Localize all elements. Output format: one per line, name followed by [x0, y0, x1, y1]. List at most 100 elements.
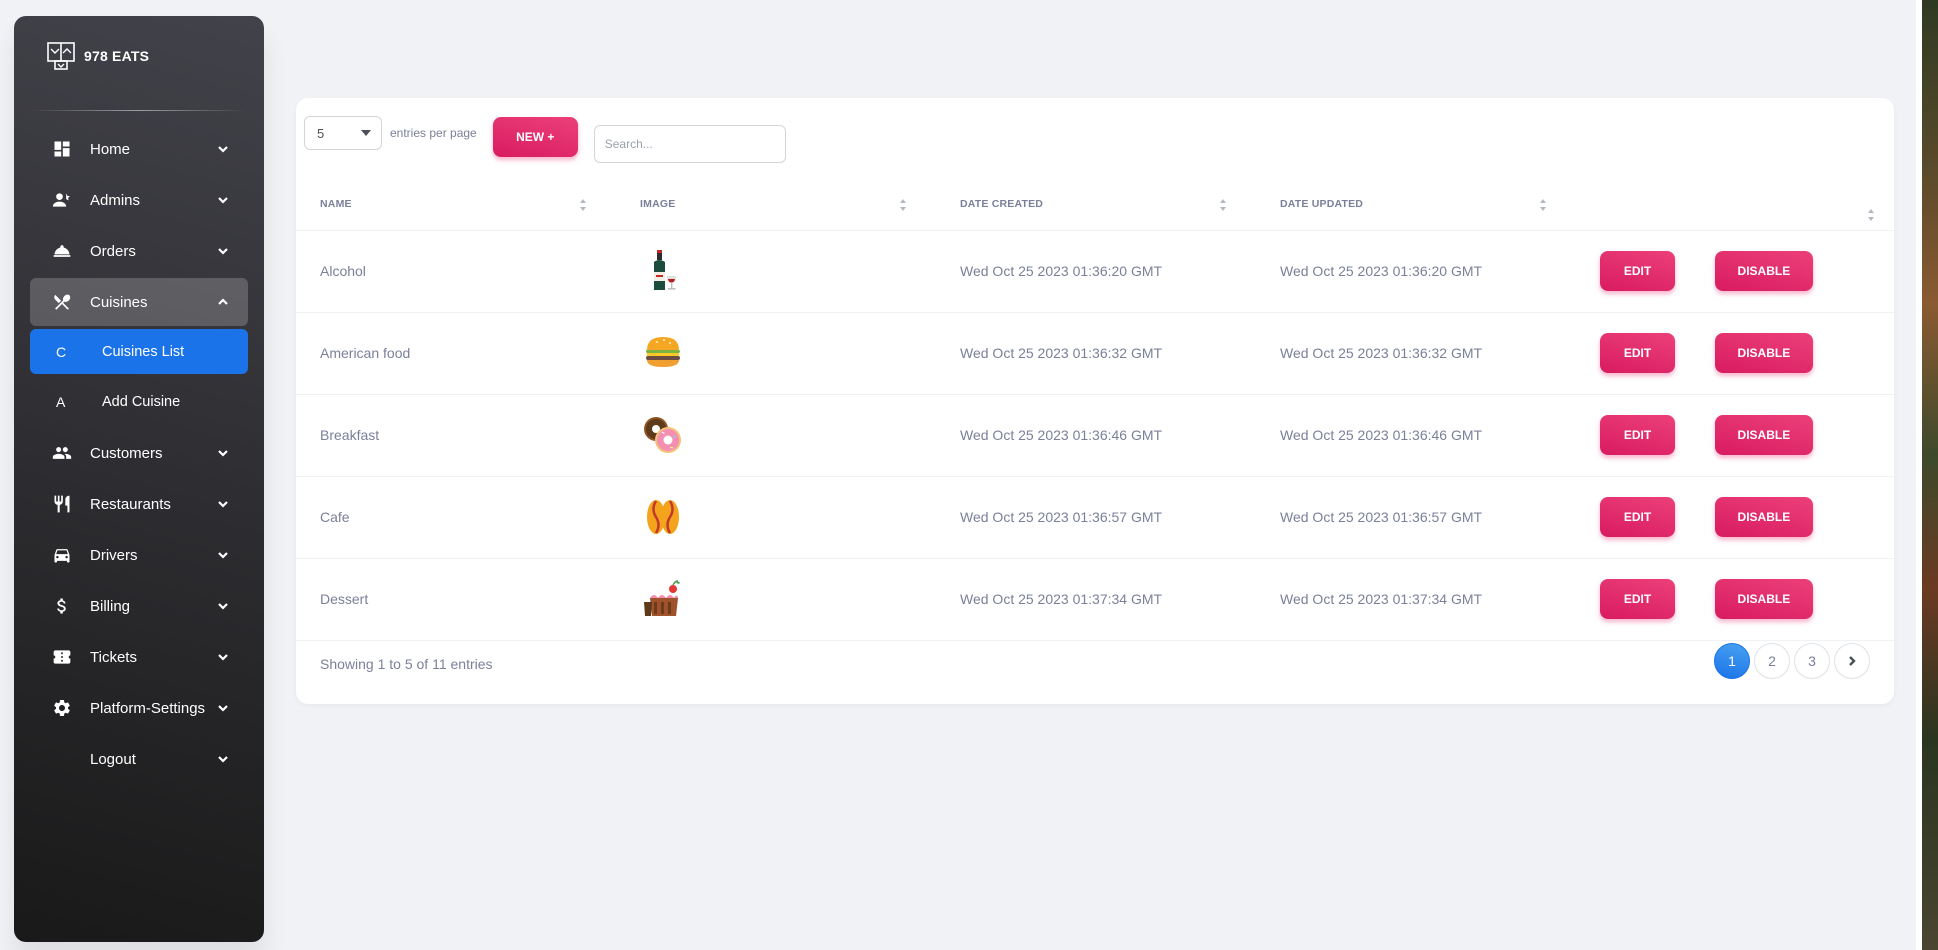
sub-item-letter: C — [56, 343, 67, 360]
sidebar-item-label: Logout — [90, 750, 136, 768]
column-header-label: DATE CREATED — [960, 197, 1044, 210]
edit-button[interactable]: EDIT — [1600, 333, 1675, 373]
chevron-down-icon — [216, 548, 230, 562]
cuisine-name: Cafe — [296, 476, 616, 559]
column-header-label: IMAGE — [640, 197, 676, 210]
sidebar-item-home[interactable]: Home — [30, 125, 248, 173]
cuisine-image-cell — [616, 476, 936, 559]
date-created: Wed Oct 25 2023 01:36:46 GMT — [936, 394, 1256, 477]
chevron-right-icon — [1849, 656, 1856, 666]
disable-button[interactable]: DISABLE — [1714, 415, 1813, 455]
sidebar-item-customers[interactable]: Customers — [30, 429, 248, 477]
chevron-down-icon — [216, 752, 230, 766]
sidebar-item-restaurants[interactable]: Restaurants — [30, 480, 248, 528]
caret-down-icon — [361, 130, 371, 136]
table-toolbar: 5 entries per page NEW + — [304, 108, 786, 163]
restaurant-icon — [52, 494, 72, 514]
sub-item-label: Add Cuisine — [102, 393, 181, 410]
row-actions: EDIT DISABLE — [1576, 476, 1894, 559]
sidebar-item-cuisines[interactable]: Cuisines — [30, 278, 248, 326]
chevron-down-icon — [216, 701, 230, 715]
entries-per-page-select[interactable]: 5 — [304, 116, 382, 150]
cuisine-name: Breakfast — [296, 394, 616, 477]
cuisine-name: Alcohol — [296, 230, 616, 313]
cuisine-name: American food — [296, 312, 616, 395]
date-created: Wed Oct 25 2023 01:36:20 GMT — [936, 230, 1256, 313]
column-header-actions[interactable] — [1576, 178, 1894, 231]
sidebar-item-label: Platform-Settings — [90, 699, 206, 717]
ticket-icon — [52, 647, 72, 667]
chevron-down-icon — [216, 142, 230, 156]
date-updated: Wed Oct 25 2023 01:37:34 GMT — [1256, 558, 1576, 641]
disable-button[interactable]: DISABLE — [1714, 579, 1813, 619]
column-header-image[interactable]: IMAGE — [616, 178, 936, 231]
sidebar-item-orders[interactable]: Orders — [30, 227, 248, 275]
cuisine-image-cell — [616, 230, 936, 313]
date-updated: Wed Oct 25 2023 01:36:20 GMT — [1256, 230, 1576, 313]
chevron-down-icon — [216, 650, 230, 664]
page-3-button[interactable]: 3 — [1794, 643, 1830, 679]
sidebar-item-label: Admins — [90, 191, 141, 209]
gear-icon — [52, 698, 72, 718]
brand-logo-icon — [47, 42, 75, 70]
sidebar: 978 EATS Home Admins Orders Cuisines C C… — [14, 16, 264, 942]
table-row: Alcohol Wed Oct 25 2023 01:36:20 GMT Wed… — [296, 230, 1894, 313]
edit-button[interactable]: EDIT — [1600, 579, 1675, 619]
donuts-icon — [644, 417, 681, 453]
sort-icon — [900, 199, 906, 211]
page-2-button[interactable]: 2 — [1754, 643, 1790, 679]
page-1-button[interactable]: 1 — [1714, 643, 1750, 679]
sidebar-item-admins[interactable]: Admins — [30, 176, 248, 224]
row-actions: EDIT DISABLE — [1576, 394, 1894, 477]
edit-button[interactable]: EDIT — [1600, 251, 1675, 291]
divider — [30, 110, 248, 111]
sort-icon — [580, 199, 586, 211]
disable-button[interactable]: DISABLE — [1714, 333, 1813, 373]
coffee-beans-icon — [647, 500, 679, 534]
sidebar-item-billing[interactable]: Billing — [30, 582, 248, 630]
brand[interactable]: 978 EATS — [14, 16, 264, 96]
new-cuisine-button[interactable]: NEW + — [492, 117, 578, 157]
sort-icon — [1220, 199, 1226, 211]
cuisine-image-cell — [616, 558, 936, 641]
burger-icon — [646, 337, 680, 367]
edit-button[interactable]: EDIT — [1600, 415, 1675, 455]
disable-button[interactable]: DISABLE — [1714, 497, 1813, 537]
sidebar-item-label: Customers — [90, 444, 163, 462]
column-header-date-created[interactable]: DATE CREATED — [936, 178, 1256, 231]
car-icon — [52, 545, 72, 565]
column-header-name[interactable]: NAME — [296, 178, 616, 231]
edit-button[interactable]: EDIT — [1600, 497, 1675, 537]
chevron-down-icon — [216, 446, 230, 460]
column-header-label: NAME — [320, 197, 352, 210]
sidebar-item-drivers[interactable]: Drivers — [30, 531, 248, 579]
sub-item-letter: A — [56, 393, 66, 410]
sidebar-subitem-add-cuisine[interactable]: A Add Cuisine — [30, 379, 248, 424]
utensils-crossed-icon — [52, 292, 72, 312]
sidebar-item-platform-settings[interactable]: Platform-Settings — [30, 684, 248, 732]
cuisines-table-card: 5 entries per page NEW + NAME IMAGE DATE… — [296, 98, 1894, 704]
sidebar-item-tickets[interactable]: Tickets — [30, 633, 248, 681]
search-input[interactable] — [593, 125, 786, 163]
next-page-button[interactable] — [1834, 643, 1870, 679]
entries-per-page-label: entries per page — [390, 126, 477, 140]
cuisine-name: Dessert — [296, 558, 616, 641]
dashboard-icon — [52, 139, 72, 159]
row-actions: EDIT DISABLE — [1576, 230, 1894, 313]
date-updated: Wed Oct 25 2023 01:36:57 GMT — [1256, 476, 1576, 559]
brand-name: 978 EATS — [84, 48, 150, 64]
sidebar-item-logout[interactable]: Logout — [30, 735, 248, 783]
cake-icon — [644, 580, 680, 616]
column-header-date-updated[interactable]: DATE UPDATED — [1256, 178, 1576, 231]
sidebar-item-label: Tickets — [90, 648, 137, 666]
customers-icon — [52, 443, 72, 463]
disable-button[interactable]: DISABLE — [1714, 251, 1813, 291]
table-row: Cafe Wed Oct 25 2023 01:36:57 GMT Wed Oc… — [296, 476, 1894, 559]
sort-icon — [1868, 209, 1874, 221]
date-created: Wed Oct 25 2023 01:37:34 GMT — [936, 558, 1256, 641]
chevron-down-icon — [216, 599, 230, 613]
cuisines-table: NAME IMAGE DATE CREATED DATE UPDATED Alc… — [296, 178, 1894, 641]
sidebar-nav: Home Admins Orders Cuisines C Cuisines L… — [14, 125, 264, 783]
sidebar-subitem-cuisines-list[interactable]: C Cuisines List — [30, 329, 248, 374]
table-row: Breakfast Wed Oct 25 2023 01:36:46 GMT W… — [296, 394, 1894, 477]
